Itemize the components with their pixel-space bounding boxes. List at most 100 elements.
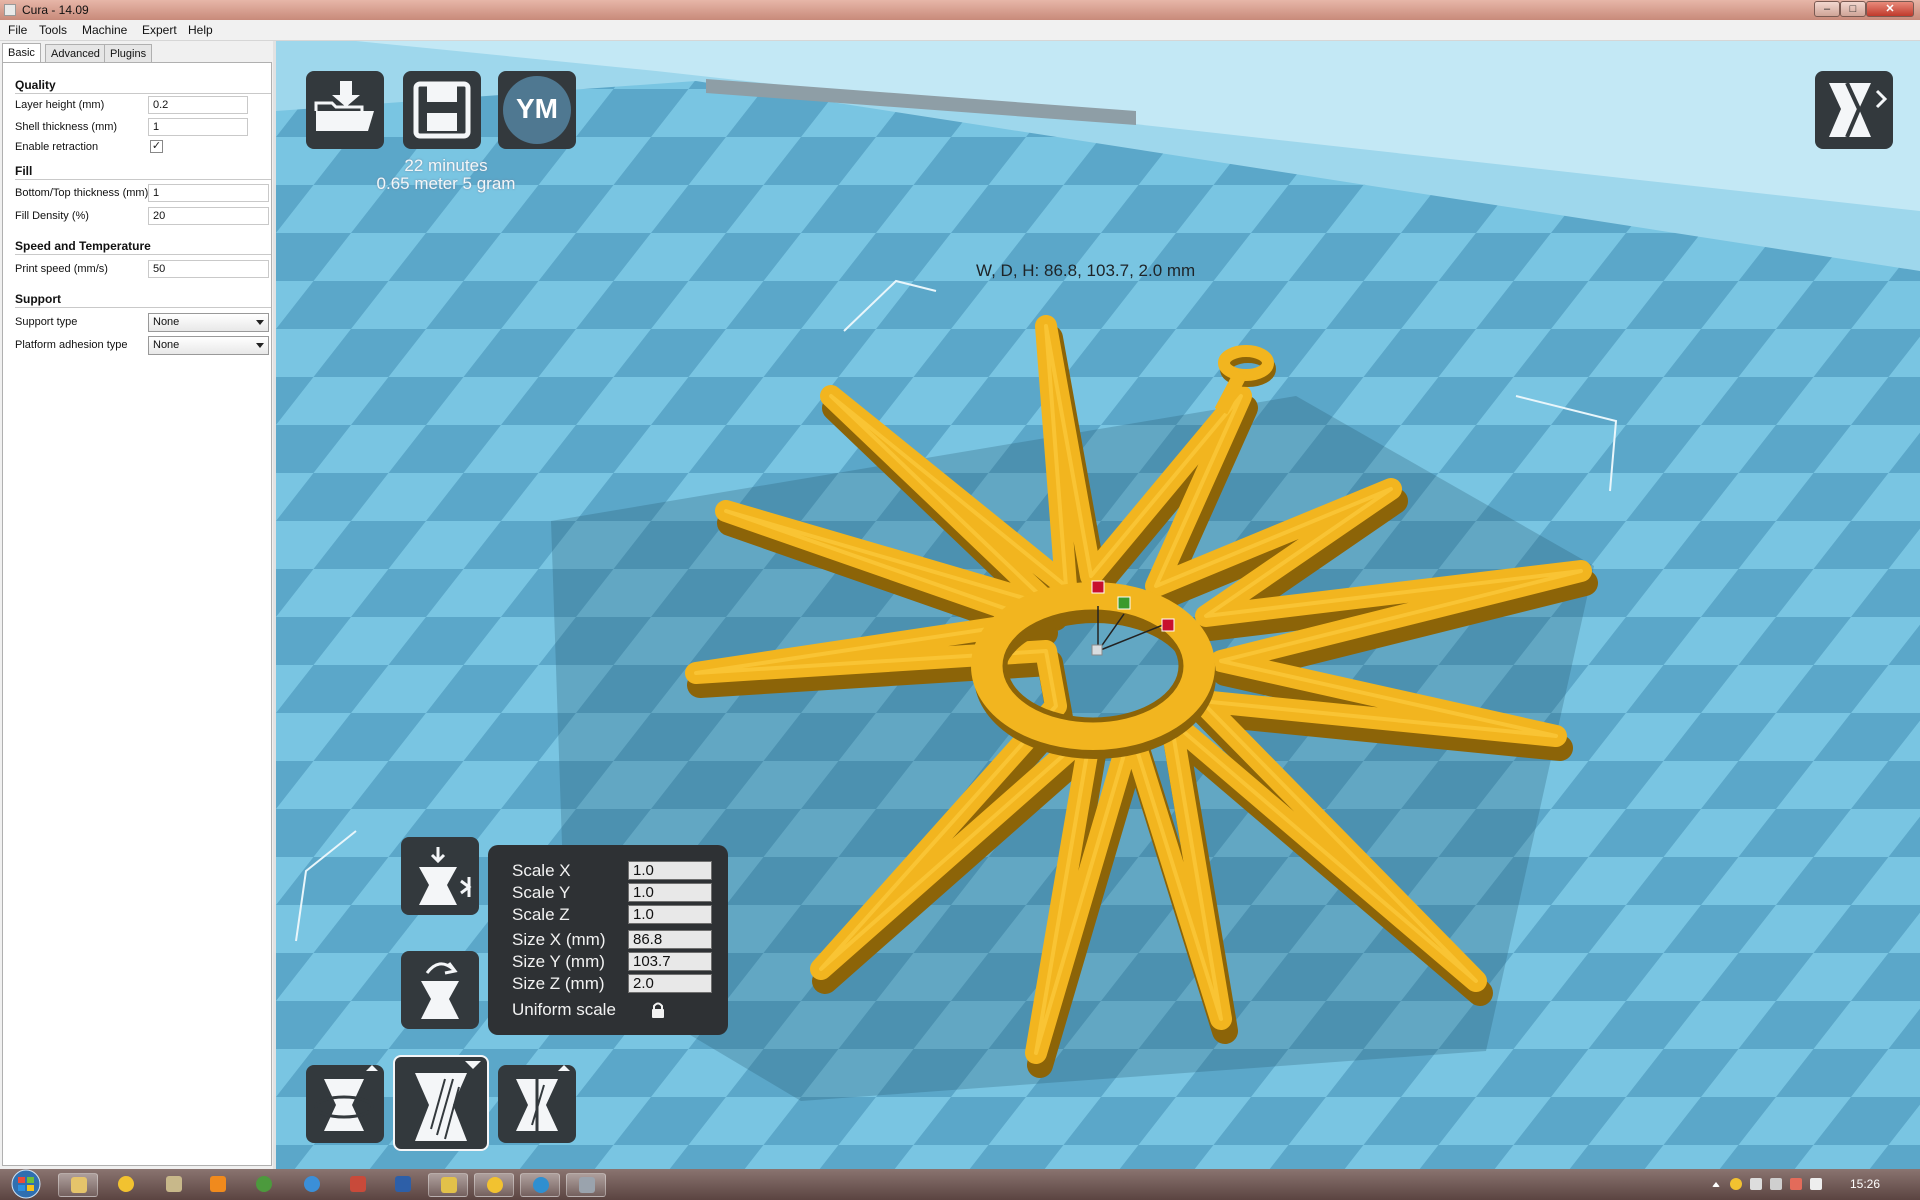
load-model-button[interactable]	[306, 71, 384, 149]
menu-file[interactable]: File	[8, 23, 27, 37]
reset-icon	[421, 962, 459, 1019]
taskbar-cura[interactable]	[520, 1173, 560, 1197]
tab-plugins[interactable]: Plugins	[104, 44, 153, 62]
mirror-tool-button[interactable]	[498, 1065, 576, 1143]
chrome-icon	[256, 1176, 272, 1192]
scale-x-label: Scale X	[512, 861, 571, 880]
taskbar-vlc[interactable]	[198, 1173, 238, 1197]
size-y-label: Size Y (mm)	[512, 952, 605, 971]
taskbar-app-2[interactable]	[338, 1173, 378, 1197]
chevron-down-icon	[256, 343, 264, 348]
label-platform-adhesion: Platform adhesion type	[15, 339, 128, 351]
show-hidden-icons-icon[interactable]	[1712, 1182, 1720, 1187]
taskbar-clock[interactable]: 15:26	[1850, 1177, 1880, 1191]
youmagine-label: YM	[516, 93, 558, 124]
save-gcode-button[interactable]	[403, 71, 481, 149]
menu-expert[interactable]: Expert	[142, 23, 177, 37]
taskbar: 15:26	[0, 1169, 1920, 1200]
size-x-label: Size X (mm)	[512, 930, 606, 949]
tab-basic[interactable]: Basic	[2, 43, 41, 63]
action-center-flag-icon[interactable]	[1810, 1178, 1822, 1190]
3d-viewport[interactable]: YM 22 minutes 0.65 meter 5 gram W, D, H:…	[276, 41, 1920, 1169]
messenger-tray-icon[interactable]	[1730, 1178, 1742, 1190]
reset-rotation-button[interactable]	[401, 951, 479, 1029]
app-icon	[350, 1176, 366, 1192]
print-material: 0.65 meter 5 gram	[376, 174, 516, 193]
scale-icon	[415, 1061, 481, 1141]
tab-advanced[interactable]: Advanced	[45, 44, 106, 62]
taskbar-ie[interactable]	[292, 1173, 332, 1197]
taskbar-word[interactable]	[383, 1173, 423, 1197]
mirror-icon	[516, 1065, 570, 1135]
support-type-value: None	[153, 316, 180, 328]
network-icon[interactable]	[1770, 1178, 1782, 1190]
menu-machine[interactable]: Machine	[82, 23, 127, 37]
minimize-button[interactable]: –	[1814, 1, 1840, 17]
title-bar: Cura - 14.09 – □ ✕	[0, 0, 1920, 20]
model-dimensions: W, D, H: 86.8, 103.7, 2.0 mm	[976, 261, 1196, 280]
scale-x-field[interactable]: 1.0	[628, 861, 712, 880]
platform-adhesion-value: None	[153, 339, 180, 351]
smiley-icon	[118, 1176, 134, 1192]
size-y-field[interactable]: 103.7	[628, 952, 712, 971]
lay-flat-button[interactable]	[401, 837, 479, 915]
folder-icon	[71, 1177, 87, 1193]
support-type-select[interactable]: None	[148, 313, 269, 332]
taskbar-messenger-2[interactable]	[474, 1173, 514, 1197]
taskbar-app-3[interactable]	[428, 1173, 468, 1197]
volume-icon[interactable]	[1790, 1178, 1802, 1190]
menu-tools[interactable]: Tools	[39, 23, 67, 37]
scale-y-label: Scale Y	[512, 883, 571, 902]
taskbar-messenger[interactable]	[106, 1173, 146, 1197]
view-mode-button[interactable]	[1815, 71, 1893, 149]
section-title-fill: Fill	[15, 164, 33, 178]
close-button[interactable]: ✕	[1866, 1, 1914, 17]
scale-tool-button[interactable]	[393, 1055, 489, 1151]
scale-y-field[interactable]: 1.0	[628, 883, 712, 902]
app-icon	[579, 1177, 595, 1193]
vlc-icon	[210, 1176, 226, 1192]
print-time: 22 minutes	[404, 156, 488, 175]
platform-adhesion-select[interactable]: None	[148, 336, 269, 355]
rotate-tool-button[interactable]	[306, 1065, 384, 1143]
label-shell-thickness: Shell thickness (mm)	[15, 121, 118, 133]
chevron-down-icon	[256, 320, 264, 325]
scale-z-field[interactable]: 1.0	[628, 905, 712, 924]
uniform-scale-label: Uniform scale	[512, 1000, 616, 1019]
menu-help[interactable]: Help	[188, 23, 213, 37]
label-print-speed: Print speed (mm/s)	[15, 263, 108, 275]
load-folder-icon	[314, 81, 374, 131]
taskbar-chrome[interactable]	[244, 1173, 284, 1197]
retraction-checkbox[interactable]: ✓	[150, 140, 163, 153]
app-icon	[4, 4, 16, 16]
app-icon	[441, 1177, 457, 1193]
section-divider	[15, 307, 271, 308]
rotate-icon	[314, 1065, 378, 1131]
print-estimate: 22 minutes 0.65 meter 5 gram	[336, 157, 556, 193]
bottom-top-thickness-field[interactable]: 1	[148, 184, 269, 202]
size-x-field[interactable]: 86.8	[628, 930, 712, 949]
label-enable-retraction: Enable retraction	[15, 141, 99, 153]
app-icon	[166, 1176, 182, 1192]
word-icon	[395, 1176, 411, 1192]
taskbar-app-4[interactable]	[566, 1173, 606, 1197]
fill-density-field[interactable]: 20	[148, 207, 269, 225]
size-z-field[interactable]: 2.0	[628, 974, 712, 993]
device-tray-icon[interactable]	[1750, 1178, 1762, 1190]
maximize-button[interactable]: □	[1840, 1, 1866, 17]
start-button-icon[interactable]	[6, 1169, 46, 1199]
layer-height-field[interactable]: 0.2	[148, 96, 248, 114]
ie-icon	[304, 1176, 320, 1192]
shell-thickness-field[interactable]: 1	[148, 118, 248, 136]
section-title-support: Support	[15, 292, 61, 306]
print-speed-field[interactable]: 50	[148, 260, 269, 278]
taskbar-explorer[interactable]	[58, 1173, 98, 1197]
size-z-label: Size Z (mm)	[512, 974, 605, 993]
view-mode-icon	[1829, 82, 1888, 138]
youmagine-button[interactable]: YM	[498, 71, 576, 149]
lock-icon[interactable]	[650, 1001, 666, 1019]
menu-bar: File Tools Machine Expert Help	[0, 20, 1920, 41]
settings-panel: Basic Advanced Plugins Quality Layer hei…	[0, 41, 276, 1169]
taskbar-app[interactable]	[154, 1173, 194, 1197]
system-tray	[1700, 1169, 1920, 1200]
